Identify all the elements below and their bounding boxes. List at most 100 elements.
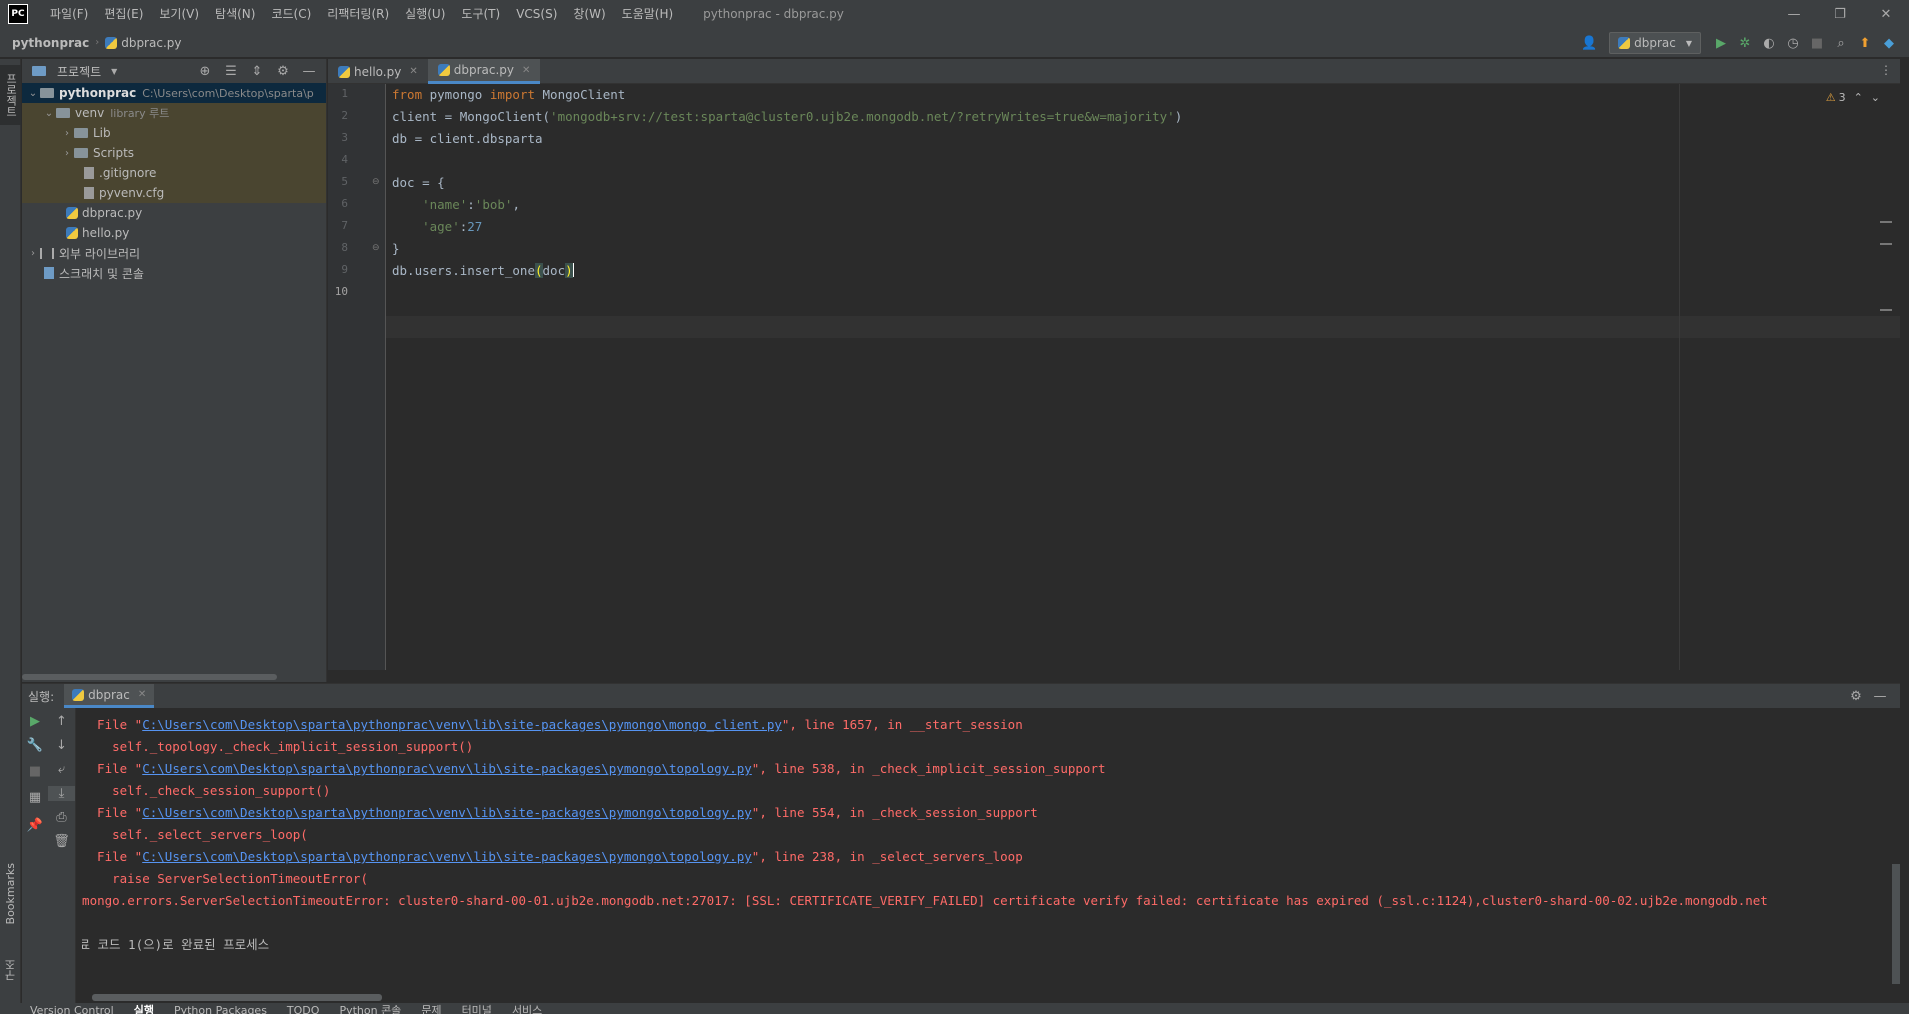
print-icon[interactable]: ⎙: [48, 810, 75, 825]
jetbrains-icon[interactable]: ◆: [1877, 31, 1901, 55]
tool-tab-version-control[interactable]: Version Control: [30, 1003, 114, 1014]
line-number: 10: [334, 285, 348, 298]
search-icon[interactable]: ⌕: [1829, 31, 1853, 55]
tool-tab-todo[interactable]: TODO: [287, 1003, 320, 1014]
tree-item-external-libraries[interactable]: › 외부 라이브러리: [22, 243, 326, 263]
tree-item-lib[interactable]: › Lib: [22, 123, 326, 143]
chevron-down-icon[interactable]: ⌄: [1871, 91, 1880, 104]
tree-item-gitignore[interactable]: .gitignore: [22, 163, 326, 183]
tool-tab-problems[interactable]: 문제: [421, 1003, 441, 1014]
menu-window[interactable]: 창(W): [565, 0, 613, 28]
tree-item-pyvenv[interactable]: pyvenv.cfg: [22, 183, 326, 203]
chevron-down-icon[interactable]: ⌄: [42, 108, 56, 119]
trash-icon[interactable]: 🗑: [48, 834, 75, 849]
chevron-up-icon[interactable]: ⌃: [1854, 91, 1863, 104]
tree-item-label: venv: [75, 106, 105, 120]
tool-tab-python-packages[interactable]: Python Packages: [174, 1003, 267, 1014]
wrench-icon[interactable]: 🔧: [22, 738, 48, 753]
more-options-icon[interactable]: ⋮: [1880, 63, 1892, 77]
console-horizontal-scrollbar[interactable]: [92, 994, 382, 1001]
expand-all-icon[interactable]: ☰: [218, 64, 244, 79]
menu-navigate[interactable]: 탐색(N): [207, 0, 263, 28]
tab-hello-py[interactable]: hello.py ✕: [328, 59, 428, 84]
tool-tab-terminal[interactable]: 터미널: [462, 1003, 492, 1014]
tree-item-scratches[interactable]: 스크래치 및 콘솔: [22, 263, 326, 283]
menu-view[interactable]: 보기(V): [151, 0, 207, 28]
tree-item-venv[interactable]: ⌄ venv library 루트: [22, 103, 326, 123]
stop-icon[interactable]: ■: [22, 764, 48, 779]
menu-edit[interactable]: 편집(E): [96, 0, 151, 28]
close-icon[interactable]: ✕: [138, 689, 146, 700]
run-icon[interactable]: ▶: [1709, 31, 1733, 55]
gear-icon[interactable]: ⚙: [1844, 684, 1868, 708]
layout-icon[interactable]: ▦: [22, 790, 48, 805]
inspection-widget[interactable]: ⚠ 3 ⌃ ⌄: [1826, 91, 1880, 104]
bookmarks-tool-tab[interactable]: Bookmarks: [0, 849, 21, 939]
console-vertical-scrollbar[interactable]: [1892, 864, 1900, 984]
file-link[interactable]: C:\Users\com\Desktop\sparta\pythonprac\v…: [142, 717, 782, 732]
debug-icon[interactable]: ✲: [1733, 31, 1757, 55]
chevron-down-icon[interactable]: ▼: [111, 67, 117, 76]
close-window-icon[interactable]: ✕: [1863, 0, 1909, 28]
pin-icon[interactable]: 📌: [22, 818, 48, 833]
structure-tool-tab[interactable]: 구조: [0, 945, 21, 995]
project-tool-tab[interactable]: 프로젝트: [0, 65, 21, 125]
menu-file[interactable]: 파일(F): [42, 0, 96, 28]
breadcrumb-project[interactable]: pythonprac: [12, 36, 89, 50]
error-stripe-marker[interactable]: [1880, 243, 1892, 245]
user-icon[interactable]: 👤: [1577, 31, 1601, 55]
menu-run[interactable]: 실행(U): [397, 0, 453, 28]
chevron-right-icon[interactable]: ›: [60, 128, 74, 139]
run-tab-dbprac[interactable]: dbprac ✕: [64, 684, 155, 708]
tree-item-dbprac[interactable]: dbprac.py: [22, 203, 326, 223]
arrow-up-icon[interactable]: ↑: [48, 714, 75, 729]
project-panel-title[interactable]: 프로젝트: [57, 63, 101, 80]
folder-icon: [74, 128, 88, 138]
chevron-right-icon[interactable]: ›: [26, 248, 40, 259]
hide-icon[interactable]: —: [296, 64, 322, 79]
menu-refactor[interactable]: 리팩터링(R): [319, 0, 397, 28]
tree-item-scripts[interactable]: › Scripts: [22, 143, 326, 163]
soft-wrap-icon[interactable]: ⤶: [48, 762, 75, 777]
scroll-to-end-icon[interactable]: ⤓: [48, 786, 75, 801]
close-icon[interactable]: ✕: [522, 65, 530, 76]
chevron-right-icon[interactable]: ›: [60, 148, 74, 159]
error-stripe-marker[interactable]: [1880, 309, 1892, 311]
tool-tab-run[interactable]: 실행: [134, 1003, 154, 1014]
project-horizontal-scrollbar[interactable]: [22, 674, 277, 680]
tool-tab-services[interactable]: 서비스: [512, 1003, 542, 1014]
menu-tools[interactable]: 도구(T): [453, 0, 508, 28]
tab-dbprac-py[interactable]: dbprac.py ✕: [427, 59, 541, 84]
file-link[interactable]: C:\Users\com\Desktop\sparta\pythonprac\v…: [142, 849, 752, 864]
console-output[interactable]: File "C:\Users\com\Desktop\sparta\python…: [82, 708, 1896, 988]
profile-icon[interactable]: ◷: [1781, 31, 1805, 55]
tree-item-root[interactable]: ⌄ pythonprac C:\Users\com\Desktop\sparta…: [22, 83, 326, 103]
rerun-icon[interactable]: ▶: [22, 714, 48, 729]
locate-icon[interactable]: ⊕: [192, 64, 218, 79]
breadcrumb-file[interactable]: dbprac.py: [121, 36, 181, 50]
file-link[interactable]: C:\Users\com\Desktop\sparta\pythonprac\v…: [142, 761, 752, 776]
menu-code[interactable]: 코드(C): [263, 0, 319, 28]
gear-icon[interactable]: ⚙: [270, 64, 296, 79]
arrow-down-icon[interactable]: ↓: [48, 738, 75, 753]
fold-icon[interactable]: ⊖: [372, 243, 380, 253]
file-link[interactable]: C:\Users\com\Desktop\sparta\pythonprac\v…: [142, 805, 752, 820]
code-area[interactable]: from pymongo import MongoClient client =…: [392, 84, 1882, 682]
run-config-selector[interactable]: dbprac ▼: [1609, 32, 1701, 54]
stop-icon[interactable]: ■: [1805, 31, 1829, 55]
error-stripe-marker[interactable]: [1880, 221, 1892, 223]
coverage-icon[interactable]: ◐: [1757, 31, 1781, 55]
menu-help[interactable]: 도움말(H): [614, 0, 682, 28]
editor-horizontal-scrollbar[interactable]: [328, 670, 1900, 682]
update-icon[interactable]: ⬆: [1853, 31, 1877, 55]
restore-icon[interactable]: ❐: [1817, 0, 1863, 28]
fold-icon[interactable]: ⊖: [372, 177, 380, 187]
close-icon[interactable]: ✕: [409, 66, 417, 77]
menu-vcs[interactable]: VCS(S): [508, 0, 565, 28]
tree-item-hello[interactable]: hello.py: [22, 223, 326, 243]
collapse-all-icon[interactable]: ⇕: [244, 64, 270, 79]
chevron-down-icon[interactable]: ⌄: [26, 88, 40, 99]
hide-icon[interactable]: —: [1868, 684, 1892, 708]
tool-tab-python-console[interactable]: Python 콘솔: [339, 1003, 401, 1014]
minimize-icon[interactable]: —: [1771, 0, 1817, 28]
